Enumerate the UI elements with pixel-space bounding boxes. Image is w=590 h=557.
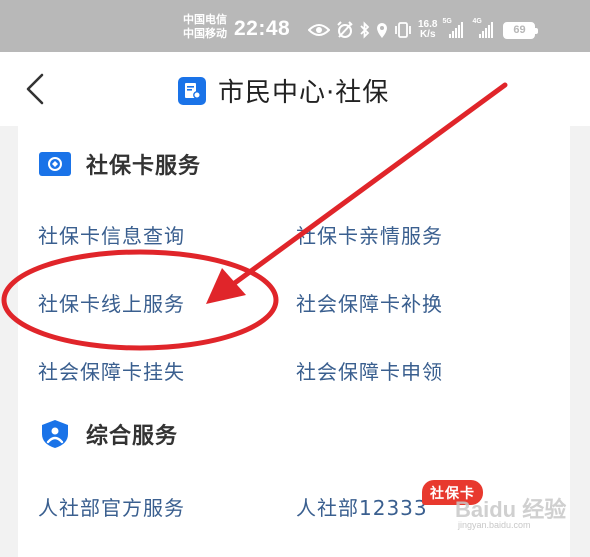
carrier-2: 中国移动 <box>183 27 227 40</box>
item-card-report-loss[interactable]: 社会保障卡挂失 <box>38 356 185 385</box>
page-title: 市民中心·社保 <box>178 72 389 109</box>
section-header-general: 综合服务 <box>38 418 178 450</box>
item-card-family-service[interactable]: 社保卡亲情服务 <box>296 220 443 249</box>
status-icons: 16.8 K/s 5G 4G 69 <box>308 18 539 42</box>
signal-sim1-icon: 5G <box>442 18 467 38</box>
back-arrow-icon[interactable] <box>22 72 48 106</box>
alarm-off-icon <box>337 21 353 38</box>
net-speed: 16.8 K/s <box>418 19 438 40</box>
signal-sim2-icon: 4G <box>472 18 497 38</box>
bluetooth-icon <box>360 21 370 39</box>
app-document-icon <box>178 76 206 105</box>
carrier-labels: 中国电信 中国移动 <box>183 13 227 41</box>
section-title: 社保卡服务 <box>86 154 202 179</box>
item-card-online-service[interactable]: 社保卡线上服务 <box>38 288 185 317</box>
status-bar: 中国电信 中国移动 22:48 16.8 K/s 5G 4G 69 <box>0 0 590 52</box>
eye-icon <box>308 24 330 36</box>
vibrate-icon <box>395 22 411 38</box>
social-card-icon <box>39 152 71 176</box>
clock: 22:48 <box>234 17 291 40</box>
nav-bar: 市民中心·社保 <box>0 52 590 126</box>
item-card-replacement[interactable]: 社会保障卡补换 <box>296 288 443 317</box>
baidu-watermark-url: jingyan.baidu.com <box>458 520 531 530</box>
section-title: 综合服务 <box>86 424 179 449</box>
carrier-1: 中国电信 <box>183 13 227 26</box>
item-ministry-official[interactable]: 人社部官方服务 <box>38 492 185 521</box>
battery-indicator: 69 <box>503 21 539 39</box>
section-header-social-card: 社保卡服务 <box>38 148 201 180</box>
general-service-icon <box>42 420 68 448</box>
page-title-text: 市民中心·社保 <box>218 78 390 108</box>
location-icon <box>377 22 387 38</box>
item-card-apply[interactable]: 社会保障卡申领 <box>296 356 443 385</box>
item-card-info-query[interactable]: 社保卡信息查询 <box>38 220 185 249</box>
item-ministry-12333[interactable]: 人社部12333 <box>296 492 428 521</box>
